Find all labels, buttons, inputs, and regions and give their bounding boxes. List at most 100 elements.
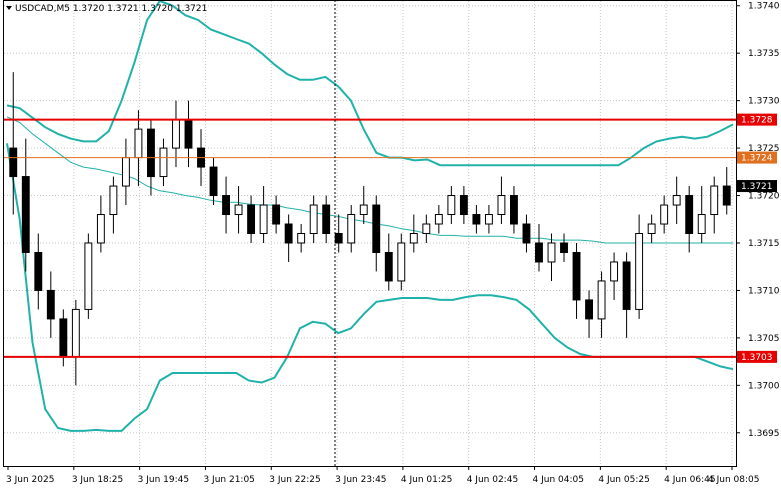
candle	[109, 176, 118, 234]
x-tick-label: 4 Jun 08:05	[708, 475, 759, 485]
candle-body	[447, 195, 456, 216]
candle-body	[172, 119, 180, 149]
candle	[472, 205, 481, 234]
candle	[510, 186, 518, 234]
candle-body	[622, 261, 631, 310]
candle	[522, 214, 531, 253]
x-tick-label: 3 Jun 18:25	[72, 475, 123, 485]
candle	[697, 186, 706, 243]
candle-body	[597, 280, 606, 320]
candle-body	[159, 147, 168, 178]
candle-body	[422, 223, 431, 235]
candle-body	[46, 289, 55, 320]
candle-body	[572, 251, 581, 301]
candle-body	[234, 204, 243, 216]
candle	[46, 271, 55, 338]
price-chart[interactable]: 1.37281.37241.37031.3721 1.3740 1.3735 1.3…	[0, 0, 781, 489]
y-tick-label: 1.3710	[748, 286, 780, 296]
candle	[535, 224, 543, 272]
chart-title: USDCAD,M5 1.3720 1.3721 1.3720 1.3721	[15, 4, 207, 14]
candle-body	[585, 299, 593, 320]
y-tick-label: 1.3715	[748, 239, 780, 249]
candle-body	[560, 242, 568, 253]
candle-body	[697, 214, 706, 234]
candle	[560, 233, 568, 262]
x-tick-label: 3 Jun 2025	[6, 475, 54, 485]
candle-body	[610, 261, 619, 282]
candle-body	[96, 214, 105, 244]
candle-body	[635, 233, 644, 310]
candle	[159, 138, 168, 187]
candle	[672, 176, 681, 225]
candle-body	[710, 185, 719, 216]
candle	[434, 205, 443, 234]
candle	[247, 195, 256, 243]
candle-body	[547, 242, 556, 263]
symbol-arrow-icon	[6, 6, 12, 10]
candle	[610, 252, 619, 300]
candle	[572, 242, 581, 319]
candle	[34, 233, 43, 310]
candle	[622, 252, 631, 338]
y-tick-label: 1.3735	[748, 49, 780, 59]
candle-body	[272, 204, 281, 225]
y-tick-label: 1.3730	[748, 97, 780, 107]
candle	[309, 195, 318, 243]
candle-body	[134, 128, 143, 159]
price-axis: 1.3740 1.3735 1.3730 1.3725 1.3720 1.3715 1.37…	[736, 2, 780, 439]
level-price-label: 1.3728	[741, 116, 773, 126]
x-tick-label: 3 Jun 23:45	[335, 475, 386, 485]
candle	[597, 271, 606, 338]
candle-body	[309, 204, 318, 234]
candle	[222, 176, 230, 234]
candle	[134, 110, 143, 187]
x-tick-label: 3 Jun 21:05	[203, 475, 254, 485]
candle	[284, 214, 293, 262]
time-axis: 3 Jun 2025 3 Jun 18:25 3 Jun 19:45 3 Jun 21…	[6, 466, 759, 485]
candle	[447, 186, 456, 225]
candle	[372, 195, 381, 272]
candle-body	[109, 185, 118, 216]
candle-body	[259, 204, 268, 234]
candle-body	[472, 214, 481, 225]
y-tick-label: 1.3740	[748, 2, 780, 12]
candle-body	[359, 204, 368, 216]
x-tick-label: 3 Jun 22:25	[269, 475, 320, 485]
candle	[71, 299, 80, 386]
candle	[722, 167, 731, 215]
candle-body	[222, 195, 230, 216]
candle-body	[372, 204, 381, 253]
candle	[347, 205, 356, 253]
candle	[297, 224, 306, 253]
candle	[272, 195, 281, 234]
candle-body	[384, 251, 393, 282]
y-tick-label: 1.3705	[748, 334, 780, 344]
candle	[322, 195, 331, 243]
candle	[710, 176, 719, 234]
candle	[647, 214, 656, 243]
candle-body	[685, 195, 694, 234]
x-tick-label: 4 Jun 05:25	[598, 475, 649, 485]
level-lines: 1.37281.37241.37031.3721	[4, 113, 777, 363]
candle-body	[722, 185, 731, 206]
candle-body	[484, 214, 493, 225]
x-tick-label: 3 Jun 19:45	[138, 475, 189, 485]
candle	[121, 138, 130, 206]
candle	[384, 233, 393, 291]
candle	[234, 186, 243, 234]
candle	[422, 214, 431, 243]
candle-body	[660, 204, 669, 225]
candle-body	[209, 166, 218, 197]
candle	[96, 195, 105, 253]
candle	[660, 195, 669, 234]
candle	[459, 186, 468, 225]
candle-body	[247, 204, 256, 234]
candle	[497, 176, 506, 225]
x-tick-label: 4 Jun 01:25	[401, 475, 452, 485]
candle	[484, 205, 493, 234]
candle-body	[672, 195, 681, 206]
candle-body	[21, 176, 30, 253]
candle-body	[434, 214, 443, 225]
candle	[259, 186, 268, 243]
candle-body	[147, 128, 155, 178]
